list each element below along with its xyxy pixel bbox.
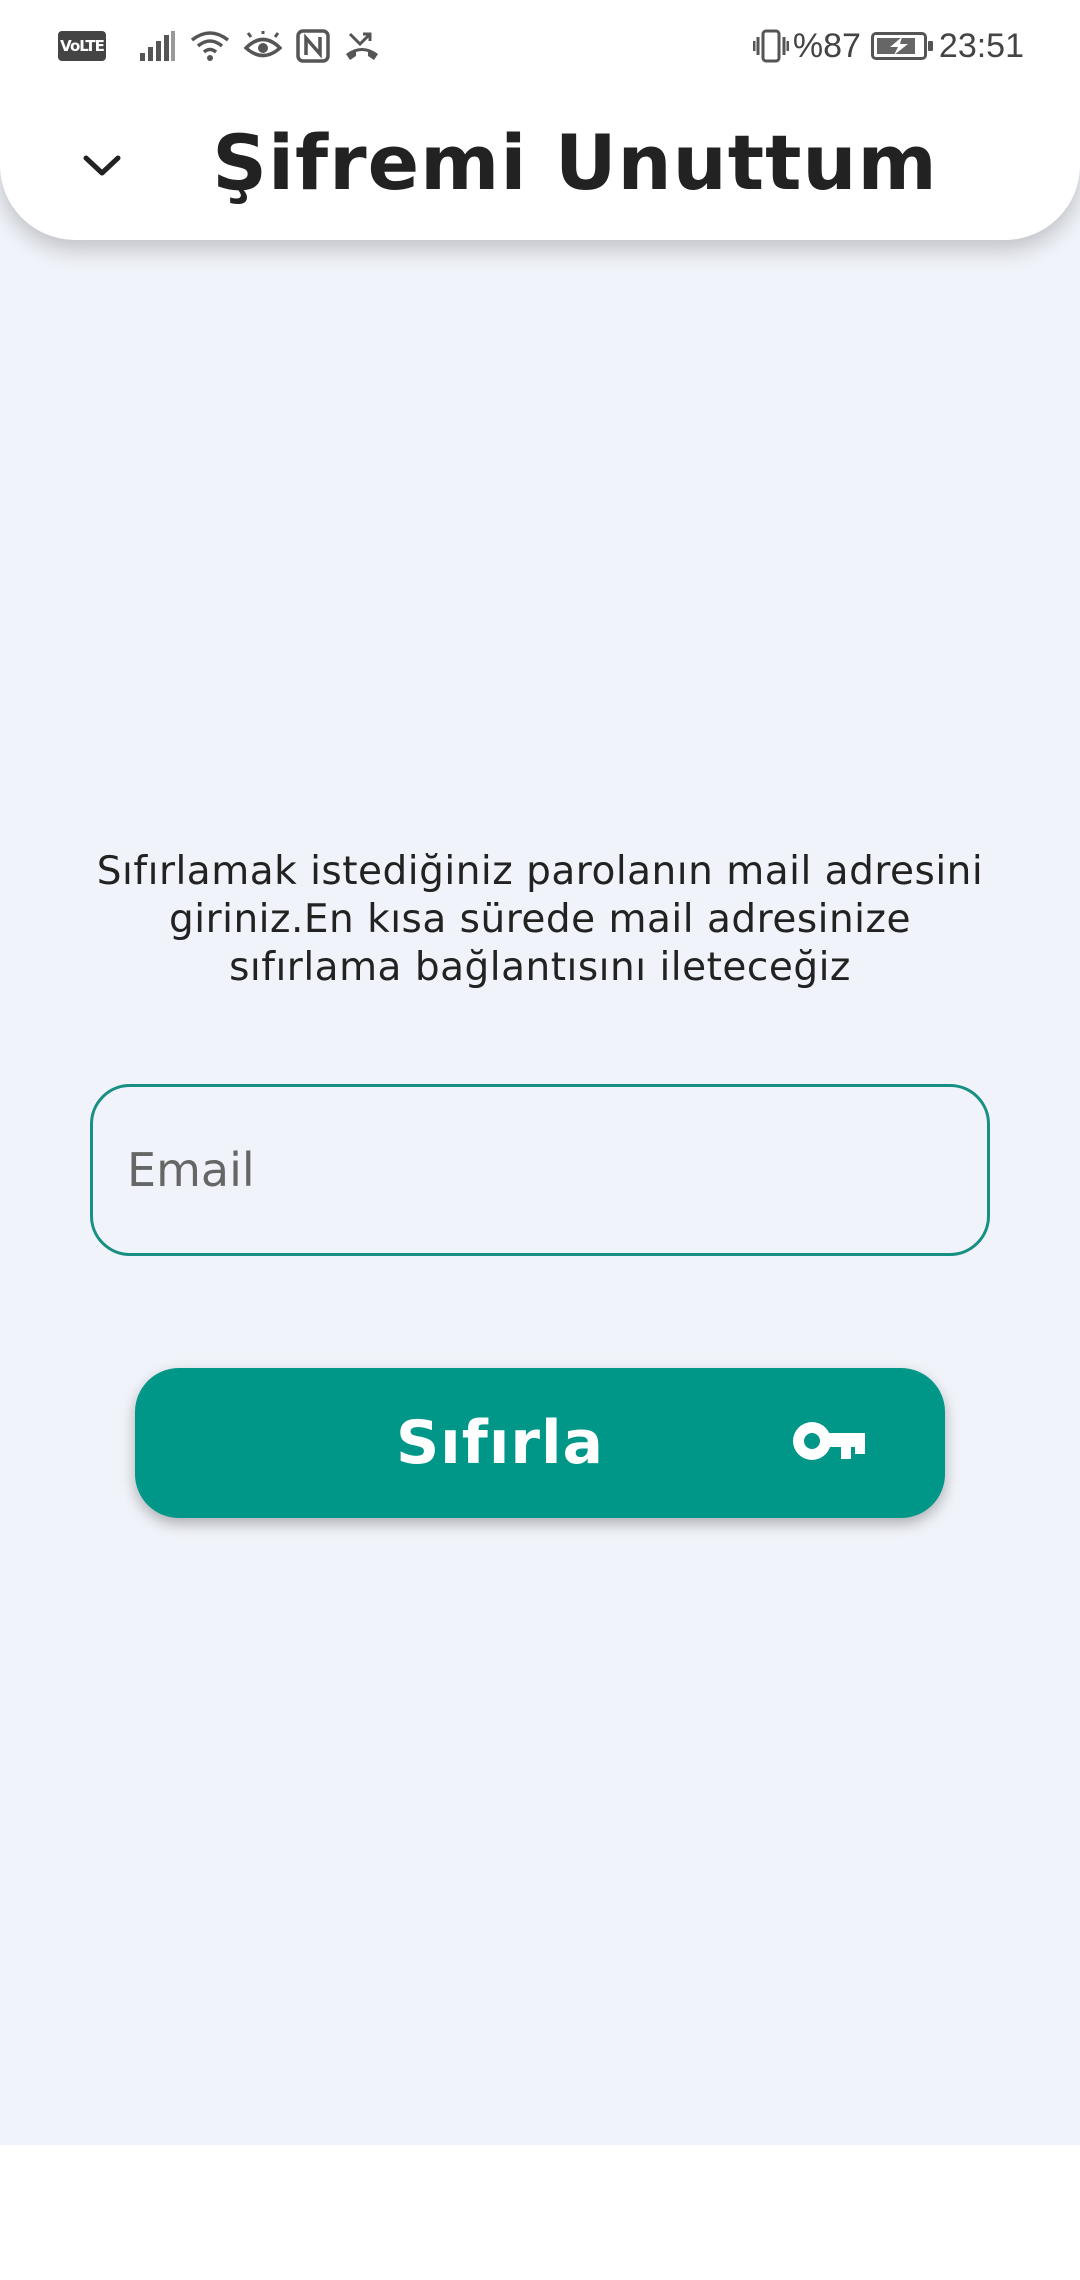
content-background <box>0 0 1080 2145</box>
signal-icon <box>140 31 176 61</box>
nfc-icon <box>296 29 330 63</box>
status-bar: VoLTE %87 23:51 <box>0 0 1080 90</box>
battery-percent: %87 <box>792 26 861 65</box>
reset-button[interactable]: Sıfırla <box>135 1368 945 1518</box>
email-input[interactable] <box>127 1143 987 1197</box>
vibrate-icon <box>752 29 789 63</box>
eye-icon <box>244 31 282 61</box>
key-icon <box>791 1418 867 1464</box>
back-button[interactable] <box>62 128 142 208</box>
email-field-container <box>90 1084 990 1256</box>
page-title: Şifremi Unuttum <box>212 118 938 207</box>
missed-call-icon <box>344 30 380 62</box>
volte-badge: VoLTE <box>58 31 106 61</box>
clock: 23:51 <box>938 26 1024 65</box>
forgot-password-screen: VoLTE %87 23:51 Şifremi Unuttum Sıfırlam… <box>0 0 1080 2280</box>
reset-button-label: Sıfırla <box>395 1408 605 1478</box>
status-right-group: %87 23:51 <box>752 24 1024 68</box>
instruction-text: Sıfırlamak istediğiniz parolanın mail ad… <box>96 849 984 990</box>
wifi-icon <box>190 30 230 62</box>
chevron-down-icon <box>82 154 122 182</box>
status-left-group: VoLTE <box>58 24 394 68</box>
battery-icon <box>870 32 933 60</box>
